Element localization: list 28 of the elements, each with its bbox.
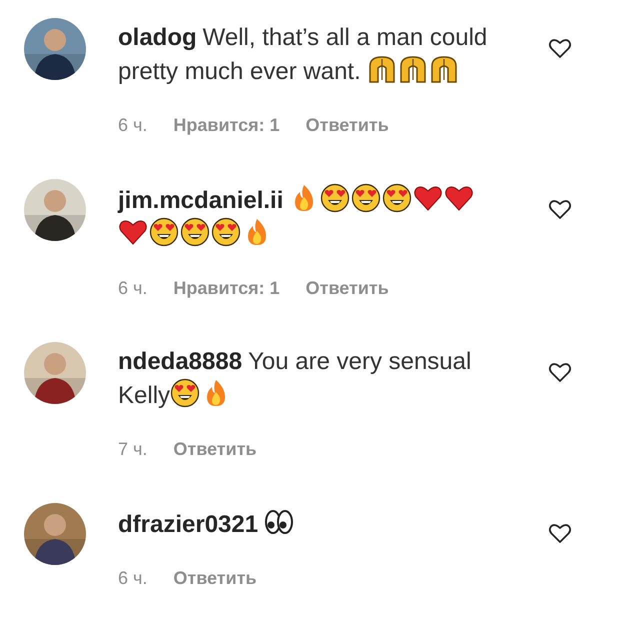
eyes-icon — [264, 507, 294, 537]
reply-link[interactable]: Ответить — [173, 438, 257, 460]
username-link[interactable]: dfrazier0321 — [118, 511, 258, 538]
heart-eyes-face-icon — [170, 378, 200, 408]
reply-link[interactable]: Ответить — [306, 278, 389, 298]
reply-link[interactable]: Ответить — [306, 114, 389, 136]
comment-text: ndeda8888 You are very sensual Kelly — [118, 347, 472, 411]
likes-count-link[interactable]: Нравится: 1 — [173, 278, 280, 298]
heart-eyes-face-icon — [382, 183, 412, 213]
heart-icon[interactable] — [548, 36, 572, 60]
heart-eyes-face-icon — [320, 183, 350, 213]
heart-eyes-face-icon — [149, 217, 179, 247]
username-link[interactable]: jim.mcdaniel.ii — [118, 187, 284, 214]
timestamp: 6 ч. — [118, 114, 148, 137]
timestamp: 6 ч. — [118, 567, 148, 590]
heart-icon[interactable] — [548, 521, 572, 545]
timestamp: 7 ч. — [118, 438, 148, 461]
likes-count-link[interactable]: Нравится: 1 — [173, 114, 280, 136]
heart-icon[interactable] — [548, 360, 572, 384]
heart-eyes-face-icon — [211, 217, 241, 247]
comment-text: oladog Well, that’s all a man could pretty much ever want. — [118, 23, 488, 87]
heart-eyes-face-icon — [351, 183, 382, 213]
heart-eyes-face-icon — [180, 217, 210, 247]
reply-link[interactable]: Ответить — [173, 568, 257, 588]
username-link[interactable]: oladog — [118, 24, 197, 51]
timestamp: 6 ч. — [118, 277, 148, 300]
heart-icon[interactable] — [548, 197, 572, 221]
username-link[interactable]: ndeda8888 — [118, 348, 242, 375]
